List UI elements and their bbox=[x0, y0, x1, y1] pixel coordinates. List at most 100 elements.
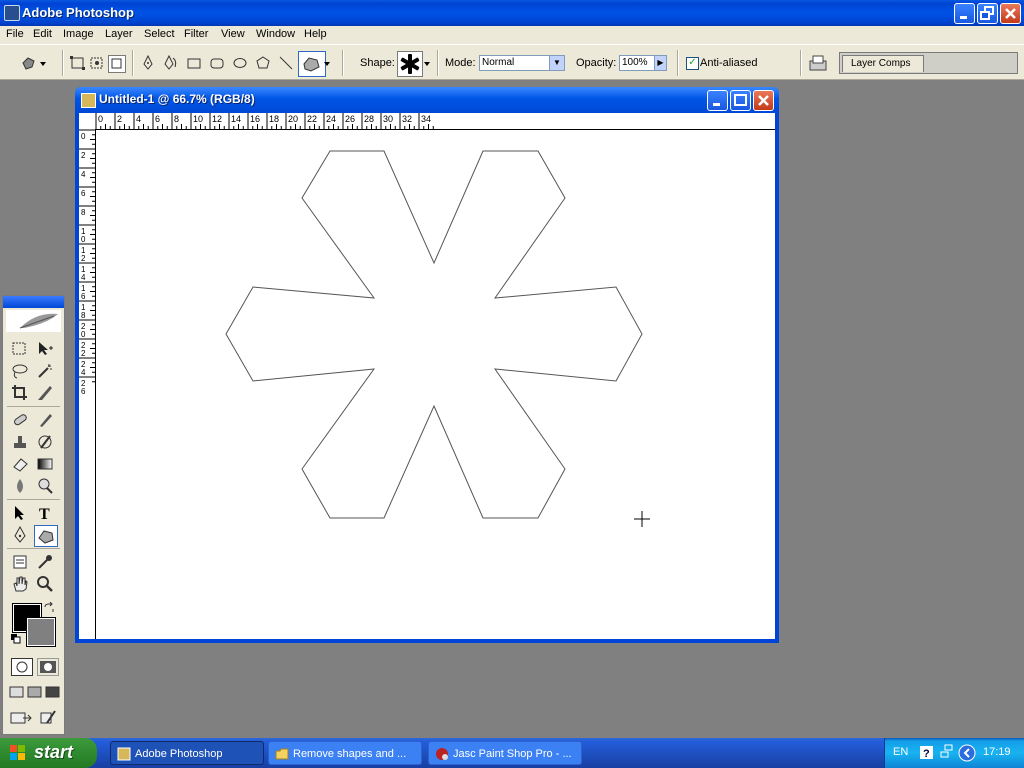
ruler-label: 10 bbox=[193, 114, 203, 124]
menu-select[interactable]: Select bbox=[144, 28, 175, 40]
background-color-swatch[interactable] bbox=[26, 617, 56, 647]
rectangle-tool-icon[interactable] bbox=[186, 55, 202, 71]
swap-colors-icon[interactable] bbox=[43, 602, 55, 614]
type-tool-icon[interactable]: T bbox=[36, 504, 54, 522]
hand-tool-icon[interactable] bbox=[11, 575, 29, 593]
network-icon[interactable] bbox=[940, 744, 954, 760]
asterisk-shape-path[interactable] bbox=[225, 150, 643, 519]
mode-select[interactable]: Normal ▼ bbox=[479, 55, 565, 71]
path-selection-icon[interactable] bbox=[11, 504, 29, 522]
shape-dropdown-arrow-icon[interactable] bbox=[424, 55, 432, 71]
opacity-value: 100% bbox=[622, 57, 648, 68]
standard-mode-button[interactable] bbox=[11, 658, 33, 676]
start-button[interactable]: start bbox=[0, 738, 97, 768]
toolbox-titlebar[interactable] bbox=[3, 296, 64, 308]
healing-brush-icon[interactable] bbox=[11, 411, 29, 429]
layer-comps-tab[interactable]: Layer Comps bbox=[842, 55, 924, 72]
document-titlebar[interactable]: Untitled-1 @ 66.7% (RGB/8) bbox=[75, 87, 779, 113]
marquee-tool-icon[interactable] bbox=[11, 340, 29, 358]
standard-screen-mode-icon[interactable] bbox=[9, 685, 25, 699]
jump-to-imageready-icon[interactable] bbox=[9, 709, 33, 727]
brush-tool-icon[interactable] bbox=[36, 411, 54, 429]
zoom-tool-icon[interactable] bbox=[36, 575, 54, 593]
edit-in-imageready-icon[interactable] bbox=[39, 709, 57, 727]
line-tool-icon[interactable] bbox=[278, 55, 294, 71]
restore-button[interactable] bbox=[977, 3, 998, 24]
crop-tool-icon[interactable] bbox=[11, 384, 29, 402]
full-screen-menu-icon[interactable] bbox=[27, 685, 43, 699]
paths-icon[interactable] bbox=[89, 55, 105, 71]
separator bbox=[677, 50, 679, 76]
magic-wand-icon[interactable] bbox=[36, 362, 54, 380]
eraser-tool-icon[interactable] bbox=[11, 455, 29, 473]
separator bbox=[132, 50, 134, 76]
custom-shape-tool-icon[interactable] bbox=[298, 51, 326, 77]
menu-edit[interactable]: Edit bbox=[33, 28, 52, 40]
minimize-button[interactable] bbox=[954, 3, 975, 24]
file-browser-icon[interactable] bbox=[808, 53, 828, 73]
pen-tool-icon[interactable] bbox=[11, 526, 29, 544]
close-icon bbox=[1005, 8, 1016, 19]
fill-pixels-icon[interactable] bbox=[108, 55, 126, 73]
full-screen-mode-icon[interactable] bbox=[45, 685, 61, 699]
quick-mask-icon bbox=[40, 661, 56, 673]
close-button[interactable] bbox=[1000, 3, 1021, 24]
quick-mask-button[interactable] bbox=[37, 658, 59, 676]
move-tool-icon[interactable] bbox=[36, 340, 54, 358]
blur-tool-icon[interactable] bbox=[11, 477, 29, 495]
dodge-tool-icon[interactable] bbox=[36, 477, 54, 495]
opacity-field[interactable]: 100% ▶ bbox=[619, 55, 667, 71]
ruler-origin[interactable] bbox=[79, 113, 96, 130]
polygon-tool-icon[interactable] bbox=[255, 55, 271, 71]
history-brush-icon[interactable] bbox=[36, 433, 54, 451]
taskbar-item-paintshop[interactable]: Jasc Paint Shop Pro - ... bbox=[428, 741, 582, 765]
ellipse-tool-icon[interactable] bbox=[232, 55, 248, 71]
shape-layers-icon[interactable] bbox=[70, 55, 86, 71]
photoshop-app-icon[interactable] bbox=[4, 5, 20, 21]
vertical-ruler[interactable]: 02468101214161820222426 bbox=[79, 129, 96, 639]
task-label: Jasc Paint Shop Pro - ... bbox=[453, 748, 572, 760]
menu-filter[interactable]: Filter bbox=[184, 28, 208, 40]
adobe-online-feather-icon[interactable] bbox=[6, 310, 61, 332]
doc-maximize-button[interactable] bbox=[730, 90, 751, 111]
ruler-label: 0 bbox=[81, 132, 86, 141]
language-indicator[interactable]: EN bbox=[893, 746, 908, 758]
show-hidden-icons-button[interactable] bbox=[958, 744, 976, 762]
anti-aliased-checkbox[interactable]: ✓ bbox=[686, 57, 699, 70]
menu-file[interactable]: File bbox=[6, 28, 24, 40]
asterisk-shape-icon bbox=[400, 54, 420, 74]
notes-tool-icon[interactable] bbox=[11, 553, 29, 571]
chevron-right-icon[interactable]: ▶ bbox=[654, 56, 666, 70]
menu-window[interactable]: Window bbox=[256, 28, 295, 40]
canvas[interactable] bbox=[96, 130, 775, 639]
ruler-label: 8 bbox=[81, 208, 86, 217]
eyedropper-tool-icon[interactable] bbox=[36, 553, 54, 571]
menu-image[interactable]: Image bbox=[63, 28, 94, 40]
chevron-down-icon[interactable] bbox=[324, 55, 332, 71]
menu-layer[interactable]: Layer bbox=[105, 28, 133, 40]
taskbar: start Adobe Photoshop Remove shapes and … bbox=[0, 738, 1024, 768]
canvas-area[interactable]: 0 2 4 6 8 10 12 14 16 18 20 22 24 26 28 30 32 34 02468101… bbox=[79, 113, 775, 639]
taskbar-item-photoshop[interactable]: Adobe Photoshop bbox=[110, 741, 264, 765]
ruler-label: 20 bbox=[288, 114, 298, 124]
freeform-pen-icon[interactable] bbox=[163, 55, 179, 71]
doc-close-button[interactable] bbox=[753, 90, 774, 111]
tool-preset-picker[interactable] bbox=[20, 55, 48, 71]
menu-view[interactable]: View bbox=[221, 28, 245, 40]
horizontal-ruler[interactable]: 0 2 4 6 8 10 12 14 16 18 20 22 24 26 28 30 32 34 bbox=[95, 113, 775, 130]
pen-tool-icon[interactable] bbox=[140, 55, 156, 71]
shape-picker[interactable] bbox=[397, 51, 423, 77]
lasso-tool-icon[interactable] bbox=[11, 362, 29, 380]
default-colors-icon[interactable] bbox=[11, 634, 21, 644]
help-icon[interactable]: ? bbox=[919, 745, 935, 761]
gradient-tool-icon[interactable] bbox=[36, 455, 54, 473]
slice-tool-icon[interactable] bbox=[36, 384, 54, 402]
taskbar-item-explorer[interactable]: Remove shapes and ... bbox=[268, 741, 422, 765]
custom-shape-tool-icon[interactable] bbox=[34, 525, 58, 547]
crosshair-cursor bbox=[634, 511, 650, 527]
menu-help[interactable]: Help bbox=[304, 28, 327, 40]
doc-minimize-button[interactable] bbox=[707, 90, 728, 111]
clone-stamp-icon[interactable] bbox=[11, 433, 29, 451]
rounded-rectangle-icon[interactable] bbox=[209, 55, 225, 71]
ruler-label: 8 bbox=[81, 311, 86, 320]
